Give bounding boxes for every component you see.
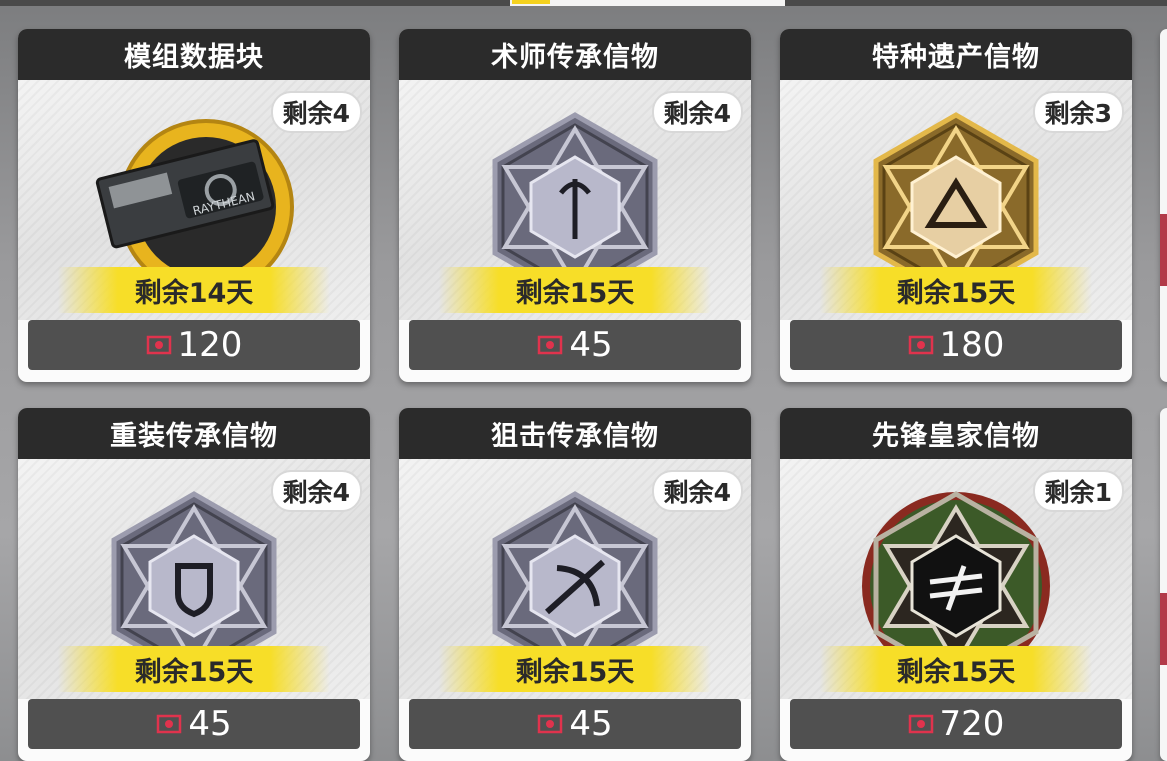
currency-icon [538,335,563,355]
shop-item-partial[interactable] [1160,29,1167,382]
shop-item-sniper-token[interactable]: 狙击传承信物 剩余4 剩余15天 45 [399,408,751,761]
item-name: 特种遗产信物 [780,29,1132,80]
price-bar: 180 [790,320,1122,370]
item-name: 术师传承信物 [399,29,751,80]
price-value: 180 [939,325,1005,365]
currency-icon [146,335,171,355]
remaining-badge: 剩余3 [1032,91,1124,133]
currency-icon [538,714,563,734]
shop-item-caster-token[interactable]: 术师传承信物 剩余4 剩余15天 45 [399,29,751,382]
price-value: 120 [177,325,243,365]
item-name: 先锋皇家信物 [780,408,1132,459]
partial-art [1160,214,1167,286]
currency-icon [908,714,933,734]
price-bar: 45 [409,320,741,370]
item-name: 狙击传承信物 [399,408,751,459]
shop-item-module-data[interactable]: 模组数据块 RAYTHEAN 剩余4 剩余14天 120 [18,29,370,382]
shop-item-specialist-token[interactable]: 特种遗产信物 剩余3 剩余15天 180 [780,29,1132,382]
item-name: 模组数据块 [18,29,370,80]
price-value: 45 [569,704,613,744]
shop-item-partial[interactable] [1160,408,1167,761]
currency-icon [157,714,182,734]
top-tab-indicator [512,0,550,4]
item-name: 重装传承信物 [18,408,370,459]
price-value: 720 [939,704,1005,744]
top-tab[interactable] [510,0,785,6]
remaining-badge: 剩余1 [1032,470,1124,512]
days-banner: 剩余15天 [439,267,711,313]
price-bar: 120 [28,320,360,370]
price-bar: 45 [409,699,741,749]
currency-icon [908,335,933,355]
days-banner: 剩余14天 [58,267,330,313]
partial-art [1160,593,1167,665]
price-bar: 720 [790,699,1122,749]
remaining-badge: 剩余4 [270,470,362,512]
days-banner: 剩余15天 [58,646,330,692]
remaining-badge: 剩余4 [651,91,743,133]
remaining-badge: 剩余4 [651,470,743,512]
shop-item-defender-token[interactable]: 重装传承信物 剩余4 剩余15天 45 [18,408,370,761]
price-value: 45 [188,704,232,744]
shop-item-vanguard-token[interactable]: 先锋皇家信物 剩余1 剩余15天 720 [780,408,1132,761]
price-value: 45 [569,325,613,365]
remaining-badge: 剩余4 [270,91,362,133]
price-bar: 45 [28,699,360,749]
days-banner: 剩余15天 [439,646,711,692]
days-banner: 剩余15天 [820,267,1092,313]
days-banner: 剩余15天 [820,646,1092,692]
